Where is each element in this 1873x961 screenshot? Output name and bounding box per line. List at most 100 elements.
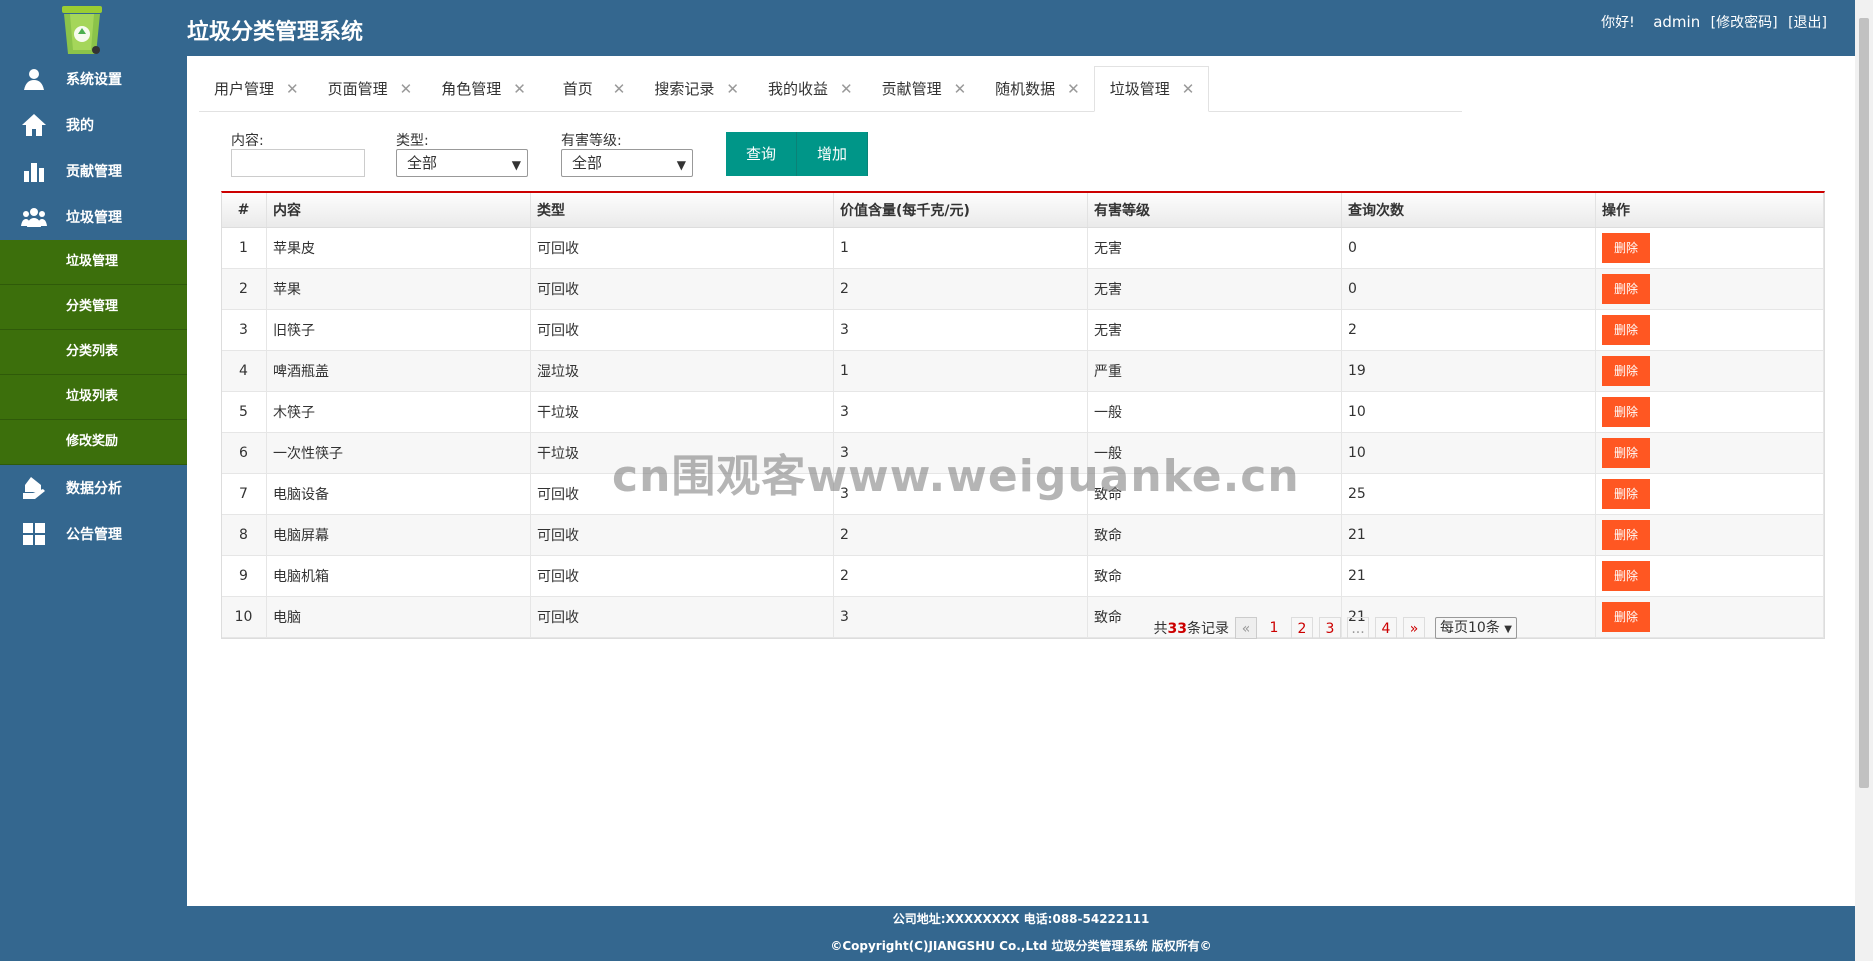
table-cell: 10 <box>222 596 267 638</box>
record-count-number: 33 <box>1167 621 1188 637</box>
column-header: # <box>222 193 267 228</box>
tab-page-manage[interactable]: 页面管理 ✕ <box>313 67 427 111</box>
table-cell-actions: 删除 <box>1595 391 1824 433</box>
table-cell: 3 <box>833 596 1088 638</box>
level-select[interactable]: 全部 ▼ <box>561 149 693 177</box>
sidebar-item-announcement[interactable]: 公告管理 <box>0 511 187 557</box>
page-button-1[interactable]: 1 <box>1263 617 1285 639</box>
submenu-item-garbage-list[interactable]: 垃圾列表 <box>0 375 187 420</box>
sidebar-item-mine[interactable]: 我的 <box>0 102 187 148</box>
page-button-3[interactable]: 3 <box>1319 617 1342 639</box>
submenu-item-category-list[interactable]: 分类列表 <box>0 330 187 375</box>
table-cell: 苹果皮 <box>266 227 531 269</box>
logout-link[interactable]: [退出] <box>1788 15 1827 31</box>
table-cell-actions: 删除 <box>1595 268 1824 310</box>
table-row: 5 木筷子 干垃圾 3 一般 10 删除 <box>222 391 1824 433</box>
scrollbar-thumb[interactable] <box>1859 18 1869 788</box>
column-header: 内容 <box>266 193 531 228</box>
table-cell: 0 <box>1341 227 1596 269</box>
per-page-value: 每页10条 <box>1440 620 1500 636</box>
content-input[interactable] <box>231 149 365 177</box>
table-cell: 8 <box>222 514 267 556</box>
delete-button[interactable]: 删除 <box>1602 274 1650 304</box>
table-cell: 3 <box>222 309 267 351</box>
close-icon[interactable]: ✕ <box>400 80 413 98</box>
sidebar-item-label: 数据分析 <box>66 481 122 497</box>
tab-label: 搜索记录 <box>654 80 715 98</box>
table-cell: 10 <box>1341 391 1596 433</box>
submenu-item-modify-reward[interactable]: 修改奖励 <box>0 420 187 465</box>
delete-button[interactable]: 删除 <box>1602 561 1650 591</box>
table-cell: 5 <box>222 391 267 433</box>
close-icon[interactable]: ✕ <box>840 80 853 98</box>
query-button[interactable]: 查询 <box>726 132 798 176</box>
group-icon <box>20 205 48 229</box>
sidebar-item-data-analysis[interactable]: 数据分析 <box>0 465 187 511</box>
next-page-button[interactable]: » <box>1403 617 1426 639</box>
tab-contribution[interactable]: 贡献管理 ✕ <box>867 67 981 111</box>
close-icon[interactable]: ✕ <box>513 80 526 98</box>
table-cell: 无害 <box>1087 268 1342 310</box>
close-icon[interactable]: ✕ <box>1067 80 1080 98</box>
column-header: 价值含量(每千克/元) <box>833 193 1088 228</box>
submenu-item-category-manage[interactable]: 分类管理 <box>0 285 187 330</box>
table-cell: 可回收 <box>530 227 834 269</box>
column-header: 查询次数 <box>1341 193 1596 228</box>
close-icon[interactable]: ✕ <box>286 80 299 98</box>
page-button-4[interactable]: 4 <box>1375 617 1398 639</box>
tab-label: 随机数据 <box>995 80 1056 98</box>
table-cell: 可回收 <box>530 596 834 638</box>
sidebar-item-contribution[interactable]: 贡献管理 <box>0 148 187 194</box>
tab-home[interactable]: 首页 ✕ <box>540 67 640 111</box>
type-select[interactable]: 全部 ▼ <box>396 149 528 177</box>
page-button-2[interactable]: 2 <box>1291 617 1314 639</box>
tab-my-earnings[interactable]: 我的收益 ✕ <box>753 67 867 111</box>
table-cell: 可回收 <box>530 514 834 556</box>
tab-role-manage[interactable]: 角色管理 ✕ <box>426 67 540 111</box>
close-icon[interactable]: ✕ <box>726 80 739 98</box>
vertical-scrollbar[interactable] <box>1855 0 1873 961</box>
table-cell: 干垃圾 <box>530 391 834 433</box>
tab-bar: 用户管理 ✕ 页面管理 ✕ 角色管理 ✕ 首页 ✕ 搜索记录 ✕ 我的收益 ✕ 贡献管理 ✕ … <box>199 66 1462 112</box>
close-icon[interactable]: ✕ <box>1182 80 1195 98</box>
table-row: 4 啤酒瓶盖 湿垃圾 1 严重 19 删除 <box>222 350 1824 392</box>
tab-label: 首页 <box>562 80 593 98</box>
delete-button[interactable]: 删除 <box>1602 397 1650 427</box>
delete-button[interactable]: 删除 <box>1602 602 1650 632</box>
table-cell: 可回收 <box>530 555 834 597</box>
user-area: 你好! admin [修改密码] [退出] <box>1595 12 1827 32</box>
level-label: 有害等级: <box>561 133 622 149</box>
table-cell-actions: 删除 <box>1595 309 1824 351</box>
tab-search-records[interactable]: 搜索记录 ✕ <box>639 67 753 111</box>
app-title: 垃圾分类管理系统 <box>187 20 364 45</box>
sidebar-item-system-settings[interactable]: 系统设置 <box>0 56 187 102</box>
table-row: 3 旧筷子 可回收 3 无害 2 删除 <box>222 309 1824 351</box>
table-cell: 10 <box>1341 432 1596 474</box>
delete-button[interactable]: 删除 <box>1602 479 1650 509</box>
table-cell: 19 <box>1341 350 1596 392</box>
delete-button[interactable]: 删除 <box>1602 233 1650 263</box>
sidebar-item-label: 系统设置 <box>66 72 122 88</box>
table-cell: 可回收 <box>530 268 834 310</box>
delete-button[interactable]: 删除 <box>1602 438 1650 468</box>
tab-random-data[interactable]: 随机数据 ✕ <box>980 67 1094 111</box>
tab-user-manage[interactable]: 用户管理 ✕ <box>199 67 313 111</box>
table-cell: 25 <box>1341 473 1596 515</box>
close-icon[interactable]: ✕ <box>613 80 626 98</box>
watermark-text: cn围观客www.weiguanke.cn <box>612 451 1300 502</box>
add-button[interactable]: 增加 <box>797 132 869 176</box>
sidebar-item-garbage[interactable]: 垃圾管理 <box>0 194 187 240</box>
prev-page-button[interactable]: « <box>1235 617 1258 639</box>
submenu-item-garbage-manage[interactable]: 垃圾管理 <box>0 240 187 285</box>
table-cell: 2 <box>833 268 1088 310</box>
tab-garbage-manage[interactable]: 垃圾管理 ✕ <box>1093 66 1210 112</box>
delete-button[interactable]: 删除 <box>1602 356 1650 386</box>
delete-button[interactable]: 删除 <box>1602 315 1650 345</box>
type-label: 类型: <box>396 133 429 149</box>
delete-button[interactable]: 删除 <box>1602 520 1650 550</box>
per-page-select[interactable]: 每页10条 ▼ <box>1435 617 1517 639</box>
table-cell: 21 <box>1341 514 1596 556</box>
close-icon[interactable]: ✕ <box>954 80 967 98</box>
table-row: 1 苹果皮 可回收 1 无害 0 删除 <box>222 227 1824 269</box>
change-password-link[interactable]: [修改密码] <box>1711 15 1778 31</box>
